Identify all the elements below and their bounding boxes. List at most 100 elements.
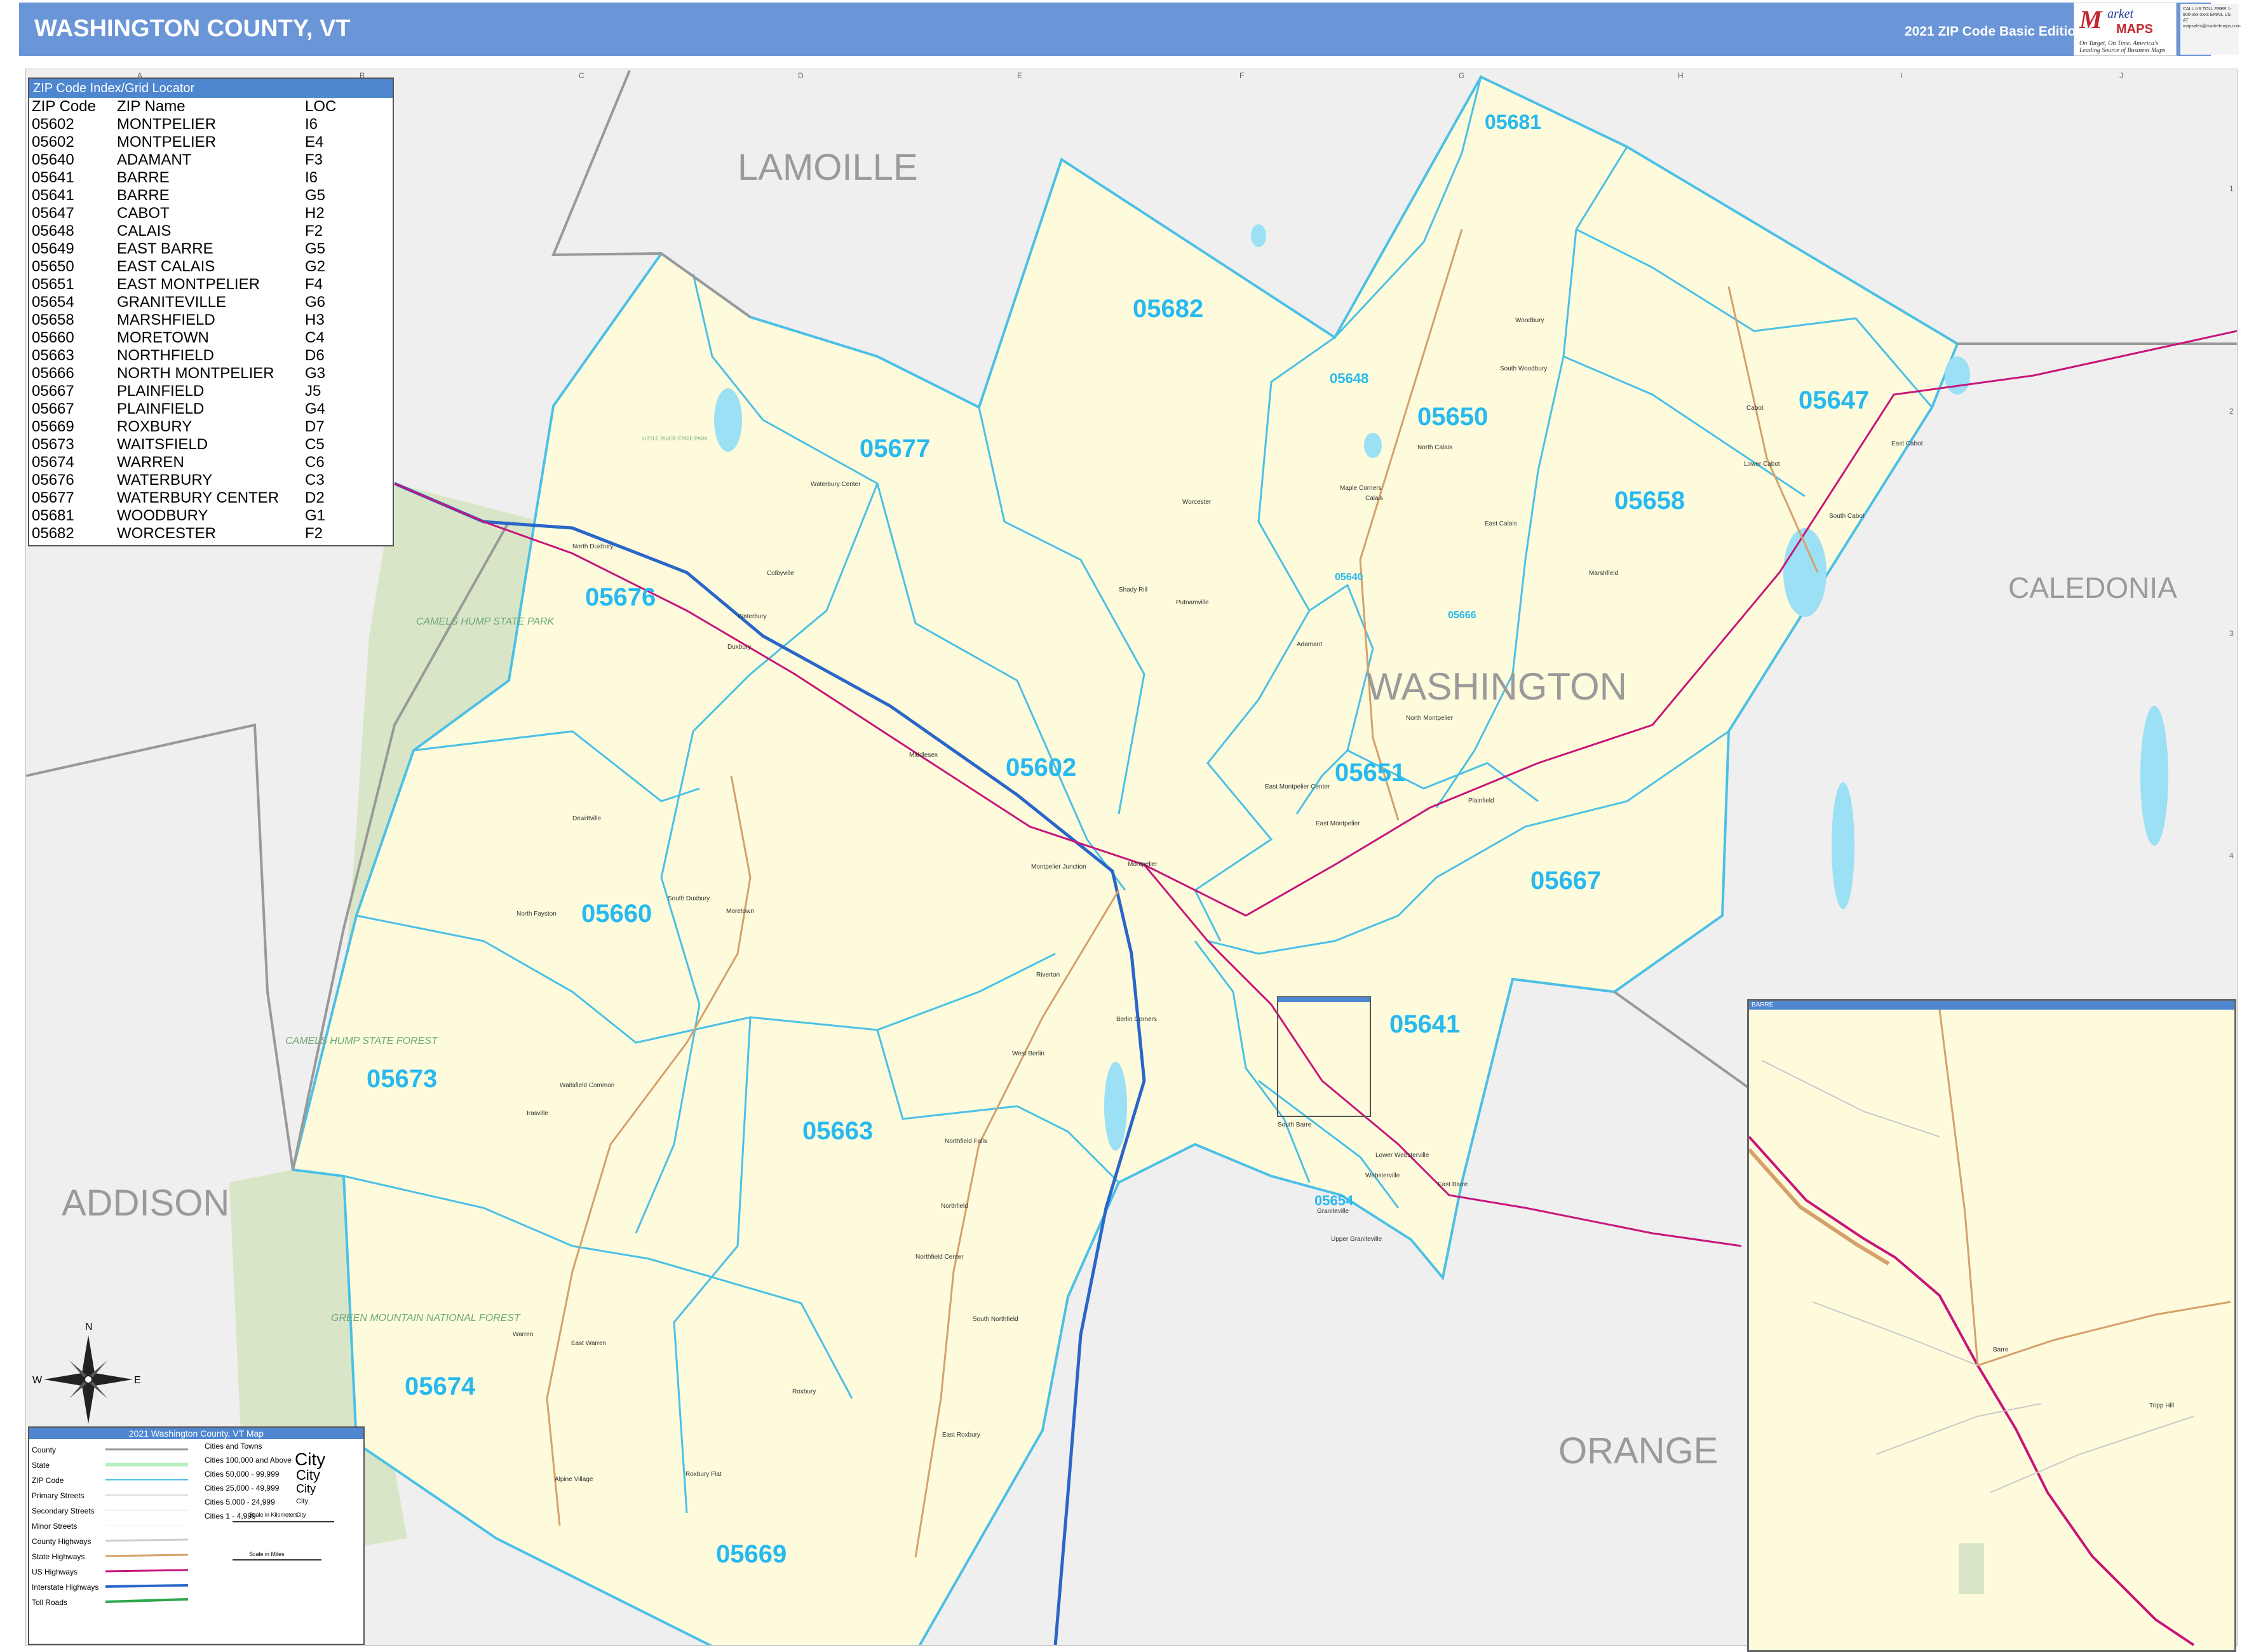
zip-label-05640: 05640 <box>1335 572 1363 583</box>
table-row: 05602 MONTPELIER I6 <box>32 116 381 133</box>
place-warren: Warren <box>513 1331 533 1338</box>
zip-index-body: 05602 MONTPELIER I6 05602 MONTPELIER E4 05640 A… <box>32 116 381 543</box>
legend-item-county-hwy: County Highways <box>32 1537 91 1546</box>
logo-maps: MAPS <box>2116 22 2153 36</box>
table-row: 05660 MORETOWN C4 <box>32 329 381 347</box>
legend-item-secondary: Secondary Streets <box>32 1506 95 1515</box>
county-label-caledonia: CALEDONIA <box>2008 571 2177 604</box>
zip-code-cell: 05602 <box>32 133 74 151</box>
loc-cell: C5 <box>305 436 325 453</box>
market-maps-logo[interactable]: M arket MAPS On Target, On Time. America… <box>2074 3 2177 56</box>
inset-locator-header <box>1278 997 1370 1002</box>
place-woodbury: Woodbury <box>1515 317 1544 324</box>
svg-text:D: D <box>798 71 804 80</box>
loc-cell: C4 <box>305 329 325 346</box>
loc-cell: F2 <box>305 222 323 240</box>
place-worcester: Worcester <box>1182 499 1212 506</box>
zip-index-table: ZIP Code Index/Grid Locator ZIP Code ZIP… <box>28 78 394 546</box>
zip-code-cell: 05641 <box>32 169 74 186</box>
place-cabot: Cabot <box>1746 405 1764 412</box>
legend-scale-km: Scale in Kilometers <box>249 1512 299 1518</box>
place-east-warren: East Warren <box>571 1340 606 1347</box>
inset-place-tripp-hill: Tripp Hill <box>2149 1402 2175 1409</box>
zip-code-cell: 05651 <box>32 276 74 293</box>
zip-name-cell: EAST CALAIS <box>117 258 215 275</box>
zip-label-05651: 05651 <box>1335 759 1405 787</box>
legend-item-state: State <box>32 1461 50 1470</box>
zip-name-cell: NORTH MONTPELIER <box>117 365 274 382</box>
place-east-montpelier-center: East Montpelier Center <box>1265 783 1330 790</box>
zip-index-title: ZIP Code Index/Grid Locator <box>29 79 393 98</box>
svg-text:F: F <box>1239 71 1244 80</box>
place-east-cabot: East Cabot <box>1891 440 1923 447</box>
place-maple-corners: Maple Corners <box>1340 485 1382 492</box>
zip-index-grid: ZIP Code ZIP Name LOC 05602 MONTPELIER I6 0… <box>32 98 381 543</box>
zip-code-cell: 05647 <box>32 205 74 222</box>
county-label-washington: WASHINGTON <box>1367 665 1627 708</box>
zip-code-cell: 05640 <box>32 151 74 168</box>
table-row: 05682 WORCESTER F2 <box>32 525 381 543</box>
zip-code-cell: 05667 <box>32 400 74 417</box>
place-north-fayston: North Fayston <box>517 911 557 917</box>
table-row: 05667 PLAINFIELD J5 <box>32 383 381 400</box>
place-websterville: Websterville <box>1365 1172 1400 1179</box>
zip-label-05673: 05673 <box>367 1065 437 1093</box>
loc-cell: G1 <box>305 507 326 524</box>
zip-code-cell: 05650 <box>32 258 74 275</box>
place-roxbury: Roxbury <box>792 1388 816 1395</box>
loc-cell: F2 <box>305 525 323 542</box>
county-label-addison: ADDISON <box>62 1182 229 1224</box>
loc-cell: D2 <box>305 489 325 506</box>
zip-label-05654: 05654 <box>1314 1193 1354 1209</box>
inset-roads <box>1749 1010 2231 1646</box>
zip-name-cell: GRANITEVILLE <box>117 294 227 311</box>
zip-code-cell: 05682 <box>32 525 74 542</box>
loc-cell: H2 <box>305 205 325 222</box>
zip-name-cell: WAITSFIELD <box>117 436 208 453</box>
loc-cell: G2 <box>305 258 326 275</box>
place-south-northfield: South Northfield <box>973 1316 1018 1323</box>
svg-text:C: C <box>579 71 584 80</box>
place-east-calais: East Calais <box>1485 520 1517 527</box>
loc-cell: D7 <box>305 418 325 435</box>
place-lower-cabot: Lower Cabot <box>1744 461 1780 468</box>
table-row: 05674 WARREN C6 <box>32 454 381 471</box>
svg-text:G: G <box>1459 71 1464 80</box>
zip-name-cell: WARREN <box>117 454 184 471</box>
place-alpine-village: Alpine Village <box>555 1476 593 1483</box>
table-row: 05667 PLAINFIELD G4 <box>32 400 381 418</box>
loc-cell: G6 <box>305 294 326 311</box>
zip-label-05641: 05641 <box>1389 1010 1460 1038</box>
compass-e: E <box>134 1375 141 1386</box>
legend-cities-title: Cities and Towns <box>205 1442 262 1451</box>
loc-cell: G4 <box>305 400 326 417</box>
table-row: 05658 MARSHFIELD H3 <box>32 311 381 329</box>
zip-name-cell: CABOT <box>117 205 170 222</box>
legend-city-class-2: Cities 50,000 - 99,999 <box>205 1470 280 1479</box>
zip-code-cell: 05677 <box>32 489 74 506</box>
legend-scale-mi: Scale in Miles <box>249 1551 285 1557</box>
place-shady-rill: Shady Rill <box>1119 586 1147 593</box>
place-adamant: Adamant <box>1297 641 1322 648</box>
loc-cell: F3 <box>305 151 323 168</box>
legend-city-class-1: Cities 100,000 and Above <box>205 1456 292 1465</box>
place-east-montpelier: East Montpelier <box>1316 820 1360 827</box>
zip-name-cell: EAST MONTPELIER <box>117 276 260 293</box>
svg-text:J: J <box>2119 71 2123 80</box>
table-row: 05641 BARRE I6 <box>32 169 381 187</box>
place-south-duxbury: South Duxbury <box>668 895 710 902</box>
table-row: 05640 ADAMANT F3 <box>32 151 381 169</box>
legend-item-minor: Minor Streets <box>32 1522 78 1531</box>
place-montpelier: Montpelier <box>1128 861 1158 868</box>
map-legend: 2021 Washington County, VT Map County St… <box>28 1426 365 1645</box>
zip-label-05677: 05677 <box>860 435 930 463</box>
table-row: 05641 BARRE G5 <box>32 187 381 205</box>
county-label-lamoille: LAMOILLE <box>738 147 918 188</box>
zip-label-05650: 05650 <box>1417 403 1488 431</box>
inset-title: BARRE <box>1749 1001 2234 1010</box>
barre-inset-map[interactable]: BARRE Barre Tripp Hill <box>1747 999 2236 1652</box>
place-north-duxbury: North Duxbury <box>572 543 613 550</box>
park-label-green-mountain: GREEN MOUNTAIN NATIONAL FOREST <box>331 1313 521 1324</box>
legend-item-primary: Primary Streets <box>32 1491 84 1500</box>
place-north-calais: North Calais <box>1417 444 1452 451</box>
